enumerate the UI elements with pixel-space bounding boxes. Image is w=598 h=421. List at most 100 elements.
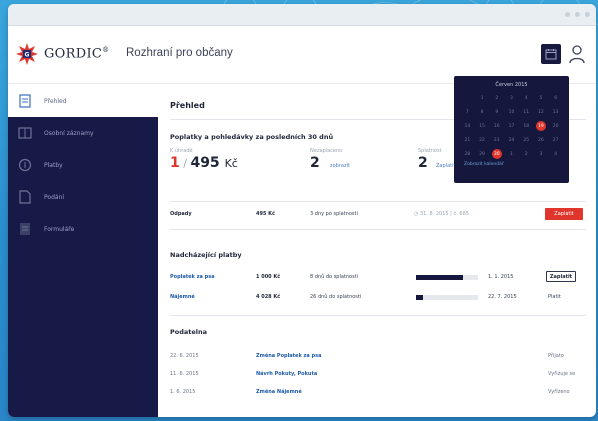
upcoming-row-amount: 4 028 Kč [256, 294, 281, 300]
calendar-day[interactable]: 8 [475, 106, 490, 118]
calendar-day[interactable]: 2 [519, 148, 534, 160]
calendar-month: Červen 2015 [495, 82, 528, 88]
upcoming-row-days: 8 dnů do splatnosti [310, 274, 359, 280]
app-title: Rozhraní pro občany [126, 47, 233, 59]
document-icon [18, 189, 32, 205]
upcoming-row-name[interactable]: Nájemné [170, 294, 195, 300]
calendar-day[interactable]: 17 [504, 120, 519, 132]
calendar-day[interactable]: 3 [534, 148, 549, 160]
upcoming-row-date: 1. 1. 2015 [488, 274, 514, 280]
upcoming-title: Nadcházející platby [170, 251, 242, 259]
mail-row-status: Přijato [548, 353, 564, 359]
window-controls[interactable] [565, 12, 590, 17]
calendar-day[interactable]: 14 [460, 120, 475, 132]
summary-amount: 1 / 495 Kč [170, 155, 238, 171]
window-dot[interactable] [585, 12, 590, 17]
calendar-day[interactable]: 21 [460, 134, 475, 146]
mail-row-status: Vyřizuje se [548, 371, 576, 377]
sidebar-item-label: Osobní záznamy [44, 129, 94, 137]
sidebar-item-platby[interactable]: Platby [8, 149, 158, 181]
summary-caption-due-soon: Splatnost [418, 148, 442, 154]
calendar-button[interactable] [541, 44, 561, 64]
calendar-day[interactable]: 25 [519, 134, 534, 146]
summary-title: Poplatky a pohledávky za posledních 30 d… [170, 133, 334, 141]
window-dot[interactable] [565, 12, 570, 17]
calendar-day[interactable]: 26 [534, 134, 549, 146]
upcoming-row-name[interactable]: Poplatek za psa [170, 274, 215, 280]
pay-odpady-button[interactable]: Zaplatit [545, 208, 583, 220]
mail-row-date: 11. 6. 2015 [170, 371, 199, 377]
upcoming-row-amount: 1 000 Kč [256, 274, 281, 280]
form-icon [18, 221, 32, 237]
upcoming-row-progress [416, 295, 478, 300]
calendar-day[interactable]: 1 [475, 92, 490, 104]
upcoming-row-days: 26 dnů do splatnosti [310, 294, 362, 300]
calendar-day[interactable]: 4 [548, 148, 563, 160]
mail-row-date: 22. 6. 2015 [170, 353, 199, 359]
mail-row-subject[interactable]: Změna Nájemné [256, 389, 302, 395]
browser-window: G GORDIC® Rozhraní pro občany Přehled Os… [8, 4, 596, 417]
calendar-day[interactable]: 28 [460, 148, 475, 160]
calendar-day[interactable]: 5 [534, 92, 549, 104]
calendar-day[interactable]: 4 [519, 92, 534, 104]
card-icon [18, 125, 32, 141]
sidebar-item-formulare[interactable]: Formuláře [8, 213, 158, 245]
mail-row-status: Vyřízeno [548, 389, 570, 395]
calendar-day[interactable]: 3 [504, 92, 519, 104]
calendar-day[interactable]: 22 [475, 134, 490, 146]
upcoming-row-action[interactable]: Platit [548, 294, 561, 300]
sidebar-item-prehled[interactable]: Přehled [8, 85, 158, 117]
calendar-day[interactable]: 18 [519, 120, 534, 132]
summary-due-link[interactable]: Zaplatit [436, 163, 455, 169]
summary-caption-unpaid: Nezaplaceno [310, 148, 343, 154]
calendar-day[interactable]: 6 [548, 92, 563, 104]
mailbox-title: Podatelna [170, 328, 208, 336]
calendar-day[interactable]: 15 [475, 120, 490, 132]
sidebar-item-podani[interactable]: Podání [8, 181, 158, 213]
sidebar-item-osobni-zaznamy[interactable]: Osobní záznamy [8, 117, 158, 149]
mail-row-subject[interactable]: Změna Poplatek za psa [256, 353, 321, 359]
divider [170, 229, 586, 230]
calendar-icon [545, 49, 557, 60]
upcoming-row-progress [416, 275, 478, 280]
calendar-day[interactable]: 1 [504, 148, 519, 160]
divider [170, 315, 586, 316]
calendar-day[interactable]: 19 [534, 120, 549, 132]
calendar-day[interactable]: 20 [548, 120, 563, 132]
mail-row-date: 1. 6. 2015 [170, 389, 196, 395]
mail-row-subject[interactable]: Návrh Pokuty, Pokuta [256, 371, 317, 377]
calendar-day[interactable]: 13 [548, 106, 563, 118]
logo[interactable]: G GORDIC® [16, 43, 109, 65]
calendar-day[interactable]: 2 [489, 92, 504, 104]
logo-text: GORDIC® [44, 46, 110, 62]
summary-unpaid-count: 2 [310, 155, 320, 171]
calendar-popup: Červen 2015 1 2 3 4 5 6 7 8 9 10 11 12 13 14 15 16 17 18 1… [454, 76, 569, 183]
divider [170, 201, 586, 202]
upcoming-row-date: 22. 7. 2015 [488, 294, 517, 300]
calendar-day[interactable]: 10 [504, 106, 519, 118]
calendar-day[interactable]: 23 [489, 134, 504, 146]
calendar-day[interactable]: 16 [489, 120, 504, 132]
calendar-day[interactable]: 24 [504, 134, 519, 146]
sidebar-item-label: Podání [44, 193, 65, 201]
pay-button[interactable]: Zaplatit [546, 271, 576, 282]
calendar-day[interactable]: 30 [489, 148, 504, 160]
odpady-amount: 495 Kč [256, 211, 276, 217]
calendar-day[interactable]: 12 [534, 106, 549, 118]
summary-unpaid-link[interactable]: zobrazit [330, 163, 350, 169]
calendar-day[interactable] [460, 92, 475, 104]
calendar-day[interactable]: 29 [475, 148, 490, 160]
user-icon[interactable] [568, 44, 586, 64]
window-dot[interactable] [575, 12, 580, 17]
calendar-day[interactable]: 7 [460, 106, 475, 118]
calendar-link[interactable]: Zobrazit kalendář [460, 162, 563, 167]
clock-icon: ◷ [414, 211, 419, 217]
window-titlebar [8, 4, 596, 26]
calendar-day[interactable]: 11 [519, 106, 534, 118]
calendar-day[interactable]: 27 [548, 134, 563, 146]
sidebar-item-label: Platby [44, 161, 63, 169]
sidebar-item-label: Formuláře [44, 225, 75, 233]
calendar-day[interactable]: 9 [489, 106, 504, 118]
gordic-logo-icon: G [16, 43, 38, 65]
sidebar-item-label: Přehled [44, 97, 67, 105]
